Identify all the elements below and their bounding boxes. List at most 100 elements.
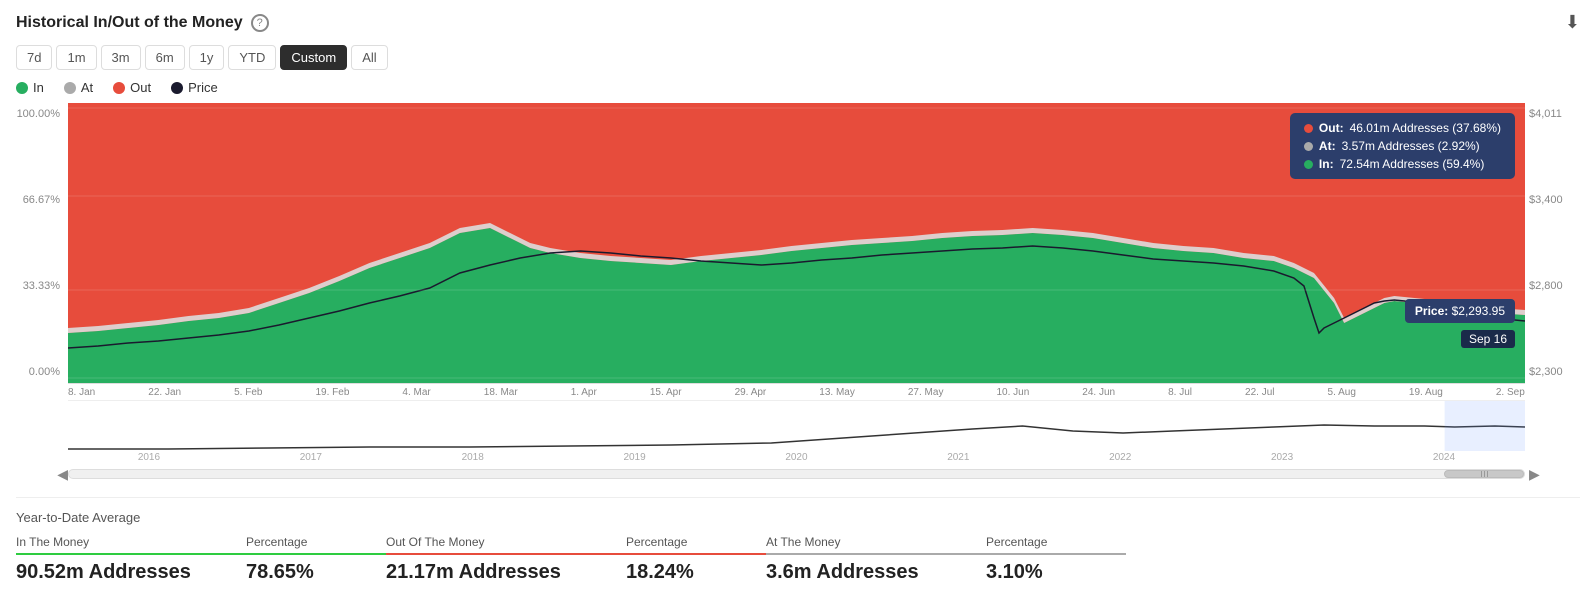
tooltip-in-label: In: bbox=[1319, 157, 1334, 171]
in-percentage-col: Percentage 78.65% bbox=[246, 535, 386, 584]
x-label-3: 19. Feb bbox=[315, 387, 349, 398]
x-label-0: 8. Jan bbox=[68, 387, 95, 398]
y-label-67: 66.67% bbox=[16, 194, 66, 206]
download-icon[interactable]: ⬇ bbox=[1565, 12, 1580, 33]
filter-1y[interactable]: 1y bbox=[189, 45, 225, 70]
time-filter-bar: 7d 1m 3m 6m 1y YTD Custom All bbox=[16, 45, 1580, 70]
out-percentage-col: Percentage 18.24% bbox=[626, 535, 766, 584]
mini-x-labels: 2016 2017 2018 2019 2020 2021 2022 2023 … bbox=[68, 452, 1525, 463]
x-label-8: 29. Apr bbox=[735, 387, 767, 398]
legend-in-label: In bbox=[33, 80, 44, 95]
tooltip-at-dot bbox=[1304, 142, 1313, 151]
tooltip-date: Sep 16 bbox=[1469, 332, 1507, 346]
at-money-header: At The Money bbox=[766, 535, 986, 555]
mini-x-2019: 2019 bbox=[623, 452, 645, 463]
price-label-2300: $2,300 bbox=[1525, 366, 1580, 378]
tooltip-out-row: Out: 46.01m Addresses (37.68%) bbox=[1304, 121, 1501, 135]
x-label-1: 22. Jan bbox=[148, 387, 181, 398]
stats-grid: In The Money 90.52m Addresses Percentage… bbox=[16, 535, 1580, 584]
tooltip-in-row: In: 72.54m Addresses (59.4%) bbox=[1304, 157, 1501, 171]
mini-x-2018: 2018 bbox=[462, 452, 484, 463]
tooltip-out-label: Out: bbox=[1319, 121, 1344, 135]
at-percentage-value: 3.10% bbox=[986, 561, 1126, 584]
x-label-11: 10. Jun bbox=[996, 387, 1029, 398]
y-label-33: 33.33% bbox=[16, 280, 66, 292]
legend-price-label: Price bbox=[188, 80, 218, 95]
out-money-col: Out Of The Money 21.17m Addresses bbox=[386, 535, 626, 584]
scrollbar-track[interactable] bbox=[68, 469, 1525, 479]
at-percentage-header: Percentage bbox=[986, 535, 1126, 555]
out-percentage-value: 18.24% bbox=[626, 561, 766, 584]
mini-x-2021: 2021 bbox=[947, 452, 969, 463]
legend-at: At bbox=[64, 80, 93, 95]
page-container: Historical In/Out of the Money ? ⬇ 7d 1m… bbox=[0, 0, 1596, 611]
x-axis-labels: 8. Jan 22. Jan 5. Feb 19. Feb 4. Mar 18.… bbox=[68, 387, 1525, 398]
legend-in: In bbox=[16, 80, 44, 95]
scrollbar-row: ◀ ▶ bbox=[16, 467, 1580, 481]
tooltip-at-label: At: bbox=[1319, 139, 1336, 153]
legend-at-label: At bbox=[81, 80, 93, 95]
filter-ytd[interactable]: YTD bbox=[228, 45, 276, 70]
y-label-0: 0.00% bbox=[16, 366, 66, 378]
mini-x-2023: 2023 bbox=[1271, 452, 1293, 463]
tooltip-price-box: Price: $2,293.95 bbox=[1405, 299, 1515, 323]
x-label-13: 8. Jul bbox=[1168, 387, 1192, 398]
x-label-6: 1. Apr bbox=[571, 387, 597, 398]
out-percentage-header: Percentage bbox=[626, 535, 766, 555]
in-percentage-header: Percentage bbox=[246, 535, 386, 555]
x-label-14: 22. Jul bbox=[1245, 387, 1274, 398]
x-axis: 8. Jan 22. Jan 5. Feb 19. Feb 4. Mar 18.… bbox=[68, 383, 1525, 398]
x-label-4: 4. Mar bbox=[402, 387, 430, 398]
in-money-value: 90.52m Addresses bbox=[16, 561, 246, 584]
filter-6m[interactable]: 6m bbox=[145, 45, 185, 70]
filter-custom[interactable]: Custom bbox=[280, 45, 347, 70]
scrollbar-thumb[interactable] bbox=[1444, 470, 1524, 478]
filter-all[interactable]: All bbox=[351, 45, 387, 70]
x-label-16: 19. Aug bbox=[1409, 387, 1443, 398]
filter-3m[interactable]: 3m bbox=[101, 45, 141, 70]
mini-x-2024: 2024 bbox=[1433, 452, 1455, 463]
mini-x-2017: 2017 bbox=[300, 452, 322, 463]
in-percentage-value: 78.65% bbox=[246, 561, 386, 584]
tooltip-at-value: 3.57m Addresses (2.92%) bbox=[1342, 139, 1480, 153]
price-label-4011: $4,011 bbox=[1525, 108, 1580, 120]
at-money-value: 3.6m Addresses bbox=[766, 561, 986, 584]
x-label-10: 27. May bbox=[908, 387, 944, 398]
mini-chart-wrapper: 2016 2017 2018 2019 2020 2021 2022 2023 … bbox=[16, 400, 1580, 465]
at-percentage-col: Percentage 3.10% bbox=[986, 535, 1126, 584]
chart-area: 100.00% 66.67% 33.33% 0.00% bbox=[16, 103, 1580, 481]
tooltip-price-value: $2,293.95 bbox=[1452, 304, 1505, 318]
scroll-right-arrow[interactable]: ▶ bbox=[1529, 466, 1540, 483]
x-label-15: 5. Aug bbox=[1328, 387, 1356, 398]
mini-chart-inner: 2016 2017 2018 2019 2020 2021 2022 2023 … bbox=[68, 400, 1525, 465]
x-label-12: 24. Jun bbox=[1082, 387, 1115, 398]
price-label-2800: $2,800 bbox=[1525, 280, 1580, 292]
legend-price-dot bbox=[171, 82, 183, 94]
out-money-value: 21.17m Addresses bbox=[386, 561, 626, 584]
help-icon[interactable]: ? bbox=[251, 14, 269, 32]
filter-1m[interactable]: 1m bbox=[56, 45, 96, 70]
tooltip-out-dot bbox=[1304, 124, 1313, 133]
tooltip-box: Out: 46.01m Addresses (37.68%) At: 3.57m… bbox=[1290, 113, 1515, 179]
header: Historical In/Out of the Money ? ⬇ bbox=[16, 12, 1580, 33]
in-money-col: In The Money 90.52m Addresses bbox=[16, 535, 246, 584]
scroll-left-arrow[interactable]: ◀ bbox=[57, 466, 68, 483]
legend-out-label: Out bbox=[130, 80, 151, 95]
page-title: Historical In/Out of the Money bbox=[16, 14, 243, 32]
filter-7d[interactable]: 7d bbox=[16, 45, 52, 70]
x-label-2: 5. Feb bbox=[234, 387, 262, 398]
tooltip-in-dot bbox=[1304, 160, 1313, 169]
at-money-col: At The Money 3.6m Addresses bbox=[766, 535, 986, 584]
x-label-5: 18. Mar bbox=[484, 387, 518, 398]
legend-at-dot bbox=[64, 82, 76, 94]
tooltip-date-tag: Sep 16 bbox=[1461, 330, 1515, 348]
legend-in-dot bbox=[16, 82, 28, 94]
y-label-100: 100.00% bbox=[16, 108, 66, 120]
scrollbar-thumb-handle bbox=[1445, 471, 1523, 477]
legend-price: Price bbox=[171, 80, 218, 95]
x-label-7: 15. Apr bbox=[650, 387, 682, 398]
price-label-3400: $3,400 bbox=[1525, 194, 1580, 206]
header-left: Historical In/Out of the Money ? bbox=[16, 14, 269, 32]
tooltip-price-label: Price: bbox=[1415, 304, 1452, 318]
mini-x-2022: 2022 bbox=[1109, 452, 1131, 463]
